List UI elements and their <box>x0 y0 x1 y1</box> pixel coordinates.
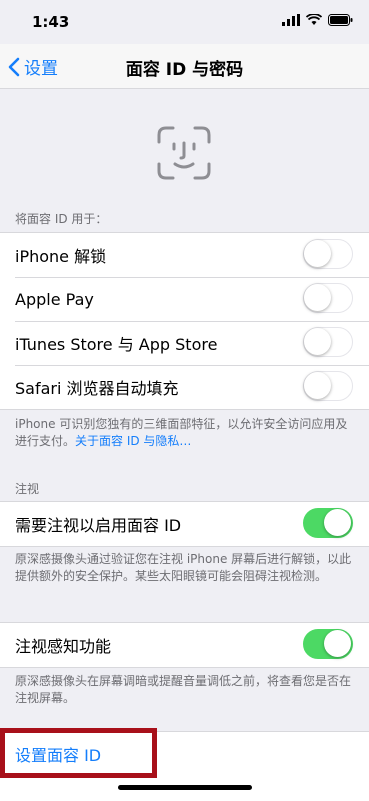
row-attention-aware: 注视感知功能 <box>0 623 369 667</box>
home-indicator <box>118 785 252 790</box>
require-attention-group: 需要注视以启用面容 ID <box>0 501 369 547</box>
use-for-group: iPhone 解锁 Apple Pay iTunes Store 与 App S… <box>0 232 369 410</box>
row-itunes-app-store: iTunes Store 与 App Store <box>0 321 369 365</box>
status-bar: 1:43 <box>0 0 369 44</box>
highlight-box <box>0 728 157 778</box>
toggle-knob <box>304 284 331 311</box>
cellular-signal-icon <box>282 14 300 26</box>
page-title: 面容 ID 与密码 <box>125 60 244 80</box>
row-iphone-unlock: iPhone 解锁 <box>0 233 369 277</box>
toggle-knob <box>304 328 331 355</box>
privacy-link[interactable]: 关于面容 ID 与隐私… <box>75 434 191 448</box>
attention-aware-footer: 原深感摄像头在屏幕调暗或提醒音量调低之前，将查看您是否在注视屏幕。 <box>15 674 352 705</box>
face-id-icon <box>157 126 211 180</box>
safari-autofill-toggle[interactable] <box>303 371 353 401</box>
itunes-app-store-toggle[interactable] <box>303 327 353 357</box>
row-apple-pay: Apple Pay <box>0 277 369 321</box>
row-label: 需要注视以启用面容 ID <box>15 516 182 535</box>
status-time: 1:43 <box>32 13 70 31</box>
use-for-header: 将面容 ID 用于： <box>15 212 108 226</box>
row-label: Safari 浏览器自动填充 <box>15 379 179 398</box>
toggle-knob <box>324 509 351 536</box>
row-safari-autofill: Safari 浏览器自动填充 <box>0 365 369 409</box>
require-attention-footer: 原深感摄像头通过验证您在注视 iPhone 屏幕后进行解锁，以此提供额外的安全保… <box>15 552 352 583</box>
attention-aware-toggle[interactable] <box>303 629 353 659</box>
row-label: iPhone 解锁 <box>15 247 107 266</box>
navigation-bar: 设置 面容 ID 与密码 <box>0 44 369 89</box>
row-label: 注视感知功能 <box>15 637 112 656</box>
use-for-footer: iPhone 可识别您独有的三维面部特征，以允许安全访问应用及进行支付。关于面容… <box>15 416 357 450</box>
attention-aware-group: 注视感知功能 <box>0 622 369 668</box>
require-attention-toggle[interactable] <box>303 508 353 538</box>
battery-icon <box>328 14 353 26</box>
face-id-hero <box>0 88 369 203</box>
toggle-knob <box>304 240 331 267</box>
toggle-knob <box>324 630 351 657</box>
wifi-icon <box>306 14 322 25</box>
iphone-unlock-toggle[interactable] <box>303 239 353 269</box>
toggle-knob <box>304 372 331 399</box>
row-label: iTunes Store 与 App Store <box>15 335 218 354</box>
attention-header: 注视 <box>15 482 40 496</box>
row-require-attention: 需要注视以启用面容 ID <box>0 502 369 546</box>
apple-pay-toggle[interactable] <box>303 283 353 313</box>
status-icons <box>282 14 353 26</box>
row-label: Apple Pay <box>15 289 94 309</box>
